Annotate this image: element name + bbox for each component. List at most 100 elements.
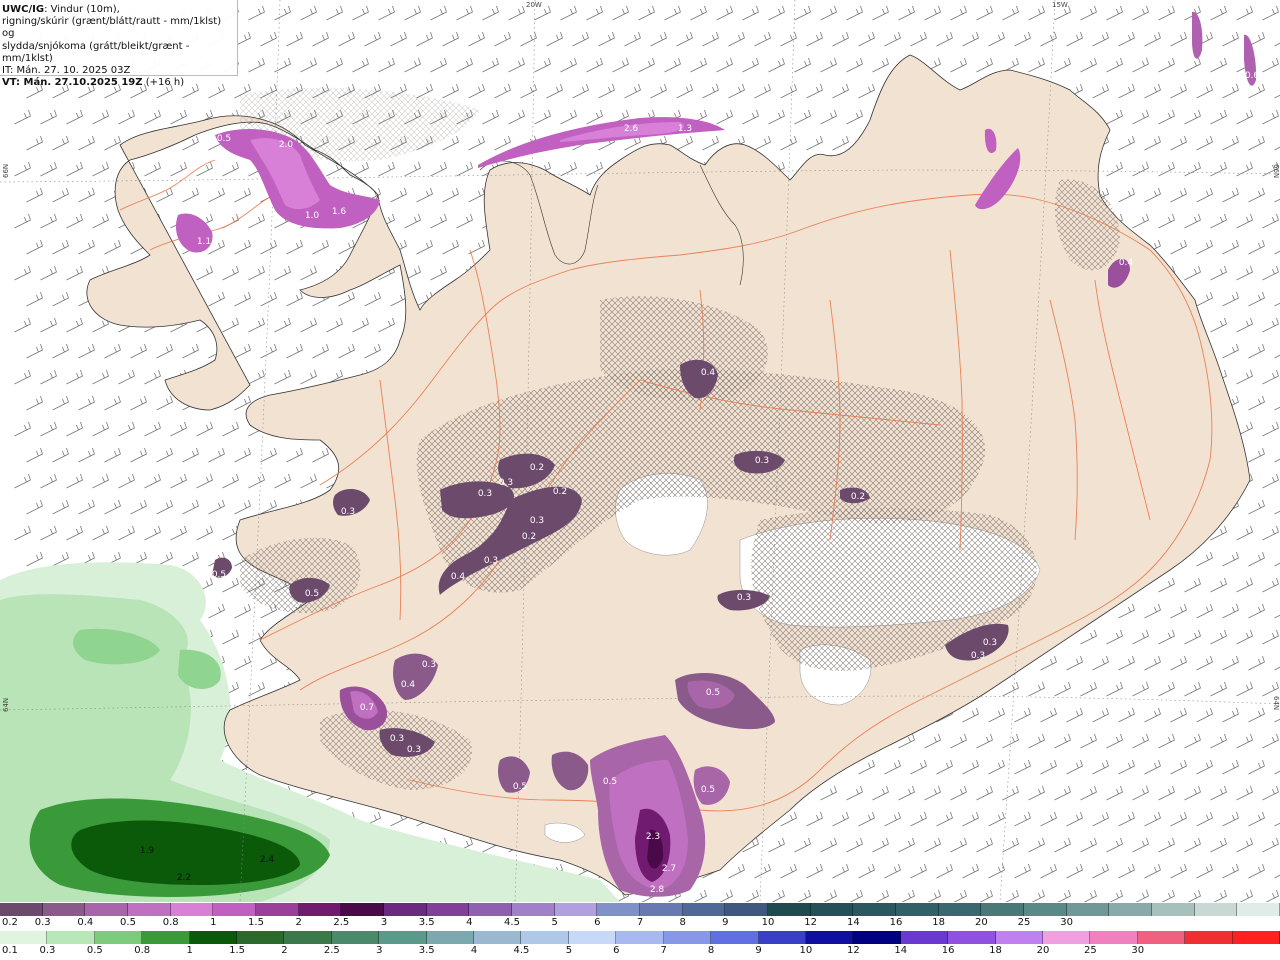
wind-barb — [546, 31, 563, 47]
legend-tick-label: 0.2 — [2, 917, 18, 928]
wind-barb — [1262, 577, 1279, 593]
wind-barb — [156, 447, 173, 463]
wind-barb — [40, 473, 57, 489]
wind-barb — [693, 889, 707, 902]
wind-barb — [508, 57, 525, 73]
wind-barb — [248, 265, 265, 281]
wind-barb — [884, 863, 901, 879]
wind-barb — [196, 421, 213, 437]
legend-tick-label: 8 — [707, 945, 715, 956]
wind-barb — [196, 525, 213, 541]
wind-barb — [872, 5, 889, 21]
wind-barb — [260, 291, 277, 307]
wind-barb — [118, 369, 135, 385]
wind-barb — [858, 31, 875, 47]
wind-barb — [40, 161, 57, 177]
wind-barb — [66, 265, 83, 281]
header-lead-time: (+16 h) — [142, 77, 185, 89]
wind-barb — [1262, 57, 1279, 73]
wind-barb — [1132, 837, 1149, 853]
wind-barb — [430, 265, 447, 281]
wind-barb — [248, 317, 265, 333]
legend-tick-label: 2.5 — [333, 917, 350, 928]
wind-barb — [898, 837, 915, 853]
wind-barb — [52, 499, 69, 515]
wind-barb — [1262, 213, 1279, 229]
precip-label: 1.6 — [332, 207, 347, 217]
wind-barb — [1222, 863, 1239, 879]
wind-barb — [884, 811, 901, 827]
wind-barb — [962, 811, 979, 827]
legend-color-cell — [170, 903, 214, 916]
precip-label: 1.0 — [305, 211, 320, 221]
wind-barb — [312, 239, 329, 255]
wind-barb — [1132, 733, 1149, 749]
wind-barb — [1080, 733, 1097, 749]
legend-tick-label: 14 — [894, 945, 908, 956]
wind-barb — [742, 5, 759, 21]
wind-barb — [875, 889, 889, 902]
wind-barb — [416, 239, 433, 255]
wind-barb — [858, 759, 875, 775]
wind-barb — [156, 551, 173, 567]
legend-color-cell — [42, 903, 86, 916]
wind-barb — [1132, 629, 1149, 645]
wind-barb — [416, 187, 433, 203]
wind-barb — [14, 369, 31, 385]
wind-barb — [144, 369, 161, 385]
wind-barb — [1158, 577, 1175, 593]
legend-tick-label: 4 — [470, 945, 478, 956]
wind-barb — [1222, 239, 1239, 255]
precip-label: 0.3 — [422, 660, 436, 670]
wind-barb — [1066, 759, 1083, 775]
wind-barb — [716, 57, 733, 73]
wind-barb — [222, 265, 239, 281]
wind-barb — [14, 473, 31, 489]
legend-tick-label: 6 — [594, 917, 601, 928]
wind-barb — [494, 83, 511, 99]
legend-color-cell — [213, 903, 257, 916]
wind-barb — [872, 837, 889, 853]
wind-barb — [728, 83, 745, 99]
precip-label: 1.1 — [197, 237, 211, 247]
wind-barb — [456, 57, 473, 73]
wind-barb — [1080, 837, 1097, 853]
wind-barb — [846, 837, 863, 853]
wind-barb — [745, 889, 759, 902]
wind-barb — [78, 343, 95, 359]
legend-tick-label: 1.5 — [229, 945, 245, 956]
legend-color-cell — [128, 903, 171, 916]
wind-barb — [1109, 889, 1123, 902]
wind-barb — [260, 655, 277, 671]
wind-barb — [40, 421, 57, 437]
wind-barb — [1144, 655, 1161, 671]
wind-barb — [1196, 863, 1213, 879]
wind-barb — [1066, 707, 1083, 723]
wind-barb — [66, 369, 83, 385]
wind-barb — [1262, 265, 1279, 281]
legend-tick-label: 0.8 — [162, 917, 179, 928]
precip-label: 0.5 — [701, 785, 715, 795]
wind-barb — [950, 57, 967, 73]
wind-barb — [1092, 707, 1109, 723]
wind-barb — [910, 759, 927, 775]
wind-barb — [222, 577, 239, 593]
wind-barb — [14, 109, 31, 125]
precip-label: 1.3 — [678, 124, 692, 134]
wind-barb — [442, 187, 459, 203]
wind-barb — [1054, 837, 1071, 853]
legend-color-cell — [853, 903, 897, 916]
wind-barb — [1014, 31, 1031, 47]
wind-barb — [1236, 629, 1253, 645]
wind-barb — [832, 135, 849, 151]
weather-map[interactable]: 0.5 2.0 1.0 1.6 1.1 0.6 2.6 1.3 0.3 0.2 … — [0, 0, 1280, 902]
wind-barb — [1118, 603, 1135, 619]
wind-barb — [1118, 655, 1135, 671]
legend-tick-label: 10 — [799, 945, 813, 956]
wind-barb — [52, 135, 69, 151]
wind-barb — [742, 57, 759, 73]
wind-barb — [104, 343, 121, 359]
precip-label: 0.3 — [478, 489, 492, 499]
precip-label: 0.3 — [484, 556, 498, 566]
legend-color-cell — [900, 931, 949, 944]
